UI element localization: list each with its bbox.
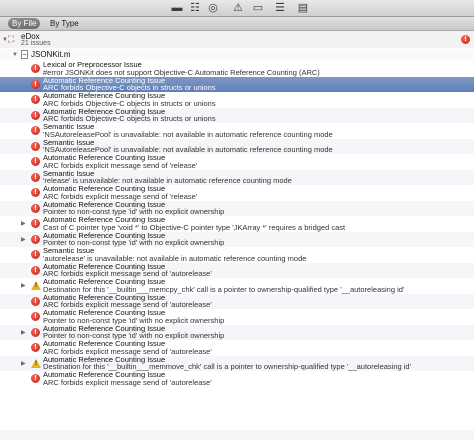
search-icon[interactable]: ◎ xyxy=(206,1,220,15)
by-file-tab[interactable]: By File xyxy=(8,18,41,29)
disclosure-closed-icon[interactable]: ▶ xyxy=(21,220,26,228)
issue-row[interactable]: ! Semantic Issue'autorelease' is unavaila… xyxy=(0,247,474,263)
error-icon: ! xyxy=(461,35,470,44)
project-icon: ⛶ xyxy=(8,34,15,44)
issue-row[interactable]: ! Automatic Reference Counting Issue Point… xyxy=(0,309,474,325)
error-icon: ! xyxy=(31,343,40,352)
issue-row[interactable]: ▶! Automatic Reference Counting Issue Poin… xyxy=(0,231,474,247)
error-icon: ! xyxy=(31,374,40,383)
issue-row[interactable]: ▶! Automatic Reference Counting Issue Dest… xyxy=(0,355,474,371)
issue-row[interactable]: ! Automatic Reference Counting Issue Point… xyxy=(0,200,474,216)
error-icon: ! xyxy=(31,157,40,166)
error-icon: ! xyxy=(31,219,40,228)
error-icon: ! xyxy=(31,250,40,259)
folder-icon[interactable]: ▬ xyxy=(170,1,184,15)
error-icon: ! xyxy=(31,64,40,73)
by-type-tab[interactable]: By Type xyxy=(46,18,83,29)
issue-row[interactable]: ! Automatic Reference Counting Issue ARC f… xyxy=(0,76,474,92)
file-name: JSONKit.m xyxy=(31,50,71,59)
issue-filter-bar: By File By Type xyxy=(0,17,474,31)
issue-row[interactable]: ! Automatic Reference Counting Issue ARC f… xyxy=(0,92,474,108)
issue-row[interactable]: ! Automatic Reference Counting Issue ARC f… xyxy=(0,371,474,387)
issue-row[interactable]: ! Automatic Reference Counting Issue ARC f… xyxy=(0,154,474,170)
warning-icon: ! xyxy=(31,358,41,368)
error-icon: ! xyxy=(31,296,40,306)
disclosure-open-icon[interactable]: ▼ xyxy=(12,51,18,59)
issue-row[interactable]: ! Automatic Reference Counting Issue ARC f… xyxy=(0,185,474,201)
disclosure-closed-icon[interactable]: ▶ xyxy=(21,236,26,244)
list-bottom xyxy=(0,430,474,440)
error-icon: ! xyxy=(31,312,40,321)
issue-row[interactable]: ! Automatic Reference Counting Issue ARC f… xyxy=(0,262,474,278)
disclosure-closed-icon[interactable]: ▶ xyxy=(21,329,26,337)
file-icon xyxy=(21,50,28,59)
error-icon: ! xyxy=(31,172,40,182)
error-icon: ! xyxy=(31,95,40,104)
issue-list: ! Lexical or Preprocessor Issue #error JSO… xyxy=(0,61,474,387)
breakpoint-icon[interactable]: ▭ xyxy=(251,1,265,15)
project-row[interactable]: ▼ ⛶ eDox 21 issues ! xyxy=(0,31,474,48)
warning-icon: ! xyxy=(31,281,41,290)
error-icon: ! xyxy=(31,327,40,337)
log-icon[interactable]: ▤ xyxy=(296,1,310,15)
navigator-toolbar: ▬ ☷ ◎ ⚠ ▭ ☰ ▤ xyxy=(0,0,474,17)
error-icon: ! xyxy=(31,234,40,244)
issue-row[interactable]: ▶! Automatic Reference Counting Issue Poin… xyxy=(0,324,474,340)
error-icon: ! xyxy=(31,79,40,89)
list-icon[interactable]: ☰ xyxy=(273,1,287,15)
issue-row[interactable]: ! Semantic Issue 'NSAutoreleasePool' is un… xyxy=(0,123,474,139)
file-row[interactable]: ▼ JSONKit.m xyxy=(0,49,474,60)
issue-message: ARC forbids explicit message send of 'au… xyxy=(43,377,212,387)
issue-row[interactable]: ! Semantic Issue'release' is unavailable:… xyxy=(0,169,474,185)
issue-icon[interactable]: ⚠ xyxy=(231,1,245,15)
hierarchy-icon[interactable]: ☷ xyxy=(188,1,202,15)
issue-row[interactable]: ! Automatic Reference Counting Issue ARC f… xyxy=(0,293,474,309)
issue-count: 21 issues xyxy=(21,40,51,47)
issue-row[interactable]: ! Lexical or Preprocessor Issue #error JSO… xyxy=(0,61,474,77)
issue-row[interactable]: ! Semantic Issue 'NSAutoreleasePool' is un… xyxy=(0,138,474,154)
disclosure-closed-icon[interactable]: ▶ xyxy=(21,360,26,368)
error-icon: ! xyxy=(31,203,40,213)
issue-row[interactable]: ! Automatic Reference Counting Issue ARC f… xyxy=(0,107,474,123)
error-icon: ! xyxy=(31,126,40,135)
issue-row[interactable]: ▶! Automatic Reference Counting Issue Dest… xyxy=(0,278,474,294)
error-icon: ! xyxy=(31,110,40,120)
disclosure-closed-icon[interactable]: ▶ xyxy=(21,282,26,290)
error-icon: ! xyxy=(31,265,40,275)
issue-row[interactable]: ! Automatic Reference Counting Issue ARC f… xyxy=(0,340,474,356)
issue-row[interactable]: ▶! Automatic Reference Counting Issue Cast… xyxy=(0,216,474,232)
error-icon: ! xyxy=(31,141,40,151)
error-icon: ! xyxy=(31,188,40,197)
